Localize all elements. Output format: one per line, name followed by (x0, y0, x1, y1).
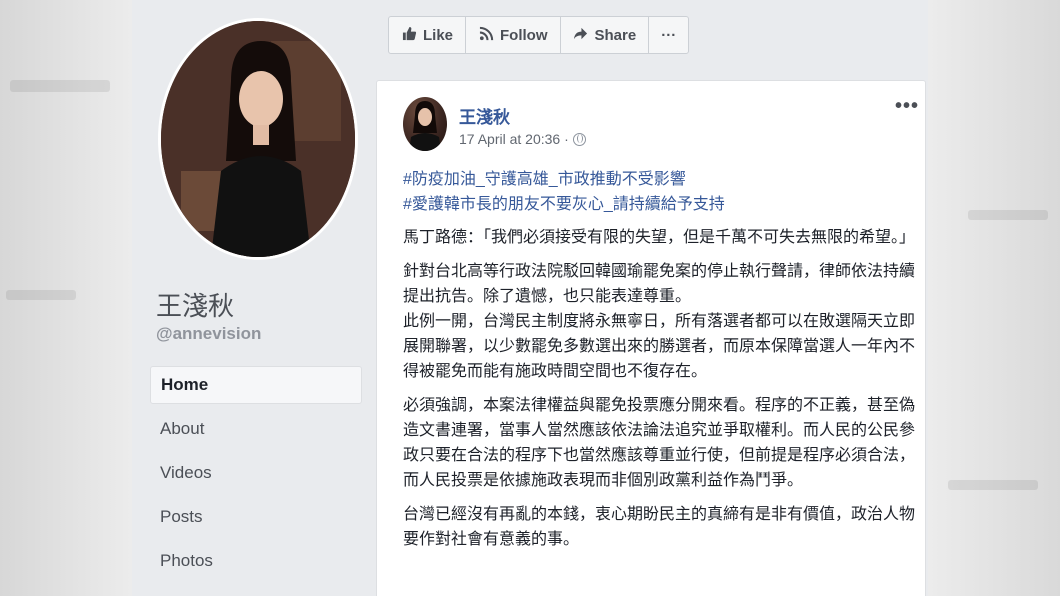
post-author-name[interactable]: 王淺秋 (459, 103, 510, 128)
like-button[interactable]: Like (389, 17, 467, 53)
thumbs-up-icon (401, 26, 417, 45)
post-paragraph: 針對台北高等行政法院駁回韓國瑜罷免案的停止執行聲請，律師依法持續提出抗告。除了遺… (403, 263, 916, 380)
post-content: #防疫加油_守護高雄_市政推動不受影響 #愛護韓市長的朋友不要灰心_請持續給予支… (403, 167, 915, 561)
nav-item-photos[interactable]: Photos (150, 542, 362, 580)
post-card: 王淺秋 17 April at 20:36 · ••• #防疫加油_守護高雄_市… (376, 80, 926, 596)
more-dots-icon: ··· (661, 26, 677, 44)
page-sidebar: 王淺秋 @annevision Home About Videos Posts … (132, 0, 372, 596)
blurred-background-right (928, 0, 1060, 596)
post-author-avatar[interactable] (403, 97, 447, 151)
nav-item-home[interactable]: Home (150, 366, 362, 404)
follow-button[interactable]: Follow (466, 17, 561, 53)
page-navigation: Home About Videos Posts Photos (150, 366, 362, 586)
more-options-button[interactable]: ··· (649, 17, 688, 53)
post-paragraph: 必須強調，本案法律權益與罷免投票應分開來看。程序的不正義，甚至偽造文書連署，當事… (403, 397, 916, 489)
hashtag-block: #防疫加油_守護高雄_市政推動不受影響 #愛護韓市長的朋友不要灰心_請持續給予支… (403, 167, 915, 217)
hashtag-link[interactable]: #防疫加油_守護高雄_市政推動不受影響 (403, 167, 915, 192)
post-timestamp[interactable]: 17 April at 20:36 · (459, 131, 569, 147)
rss-icon (478, 26, 494, 45)
page-handle[interactable]: @annevision (156, 324, 261, 344)
page-title: 王淺秋 (156, 291, 235, 321)
post-meta: 17 April at 20:36 · (459, 131, 586, 147)
profile-photo (161, 21, 355, 257)
post-paragraph: 馬丁路德：「我們必須接受有限的失望，但是千萬不可失去無限的希望。」 (403, 229, 916, 246)
nav-item-posts[interactable]: Posts (150, 498, 362, 536)
page-action-bar: Like Follow Share ··· (388, 16, 690, 54)
profile-picture[interactable] (158, 18, 358, 260)
globe-icon (572, 132, 586, 146)
share-button[interactable]: Share (561, 17, 650, 53)
share-label: Share (594, 26, 637, 44)
like-label: Like (423, 26, 454, 44)
follow-label: Follow (500, 26, 548, 44)
post-paragraph: 台灣已經沒有再亂的本錢，衷心期盼民主的真締有是非有價值，政治人物要作對社會有意義… (403, 506, 916, 548)
post-options-icon[interactable]: ••• (895, 95, 919, 118)
nav-item-about[interactable]: About (150, 410, 362, 448)
person-silhouette-icon (409, 101, 441, 151)
share-arrow-icon (573, 26, 589, 45)
blurred-background-left (0, 0, 132, 596)
nav-item-videos[interactable]: Videos (150, 454, 362, 492)
hashtag-link[interactable]: #愛護韓市長的朋友不要灰心_請持續給予支持 (403, 192, 915, 217)
person-silhouette-icon (161, 21, 355, 257)
facebook-page-screenshot: 王淺秋 @annevision Home About Videos Posts … (132, 0, 928, 596)
